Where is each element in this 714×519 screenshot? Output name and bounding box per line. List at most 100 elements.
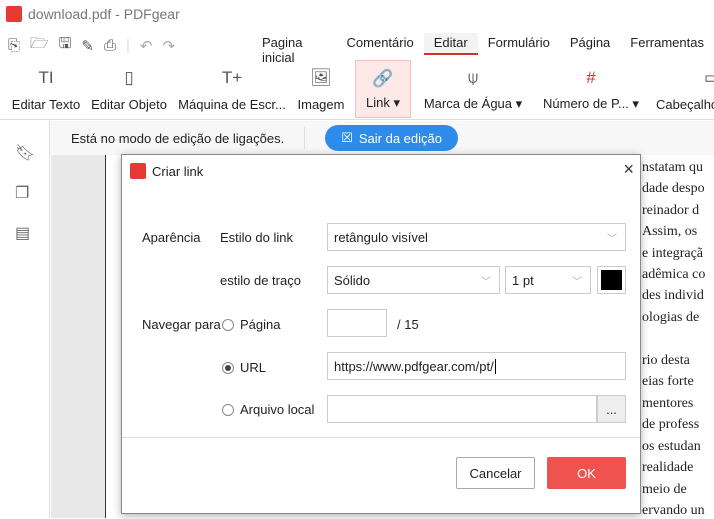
page-total: / 15: [397, 317, 419, 332]
new-file-icon[interactable]: ⎘: [8, 37, 20, 54]
page-text-line: eias forte: [642, 374, 694, 389]
tab-pagina-inicial[interactable]: Pagina inicial: [252, 33, 337, 65]
page-text-line: realidade: [642, 460, 694, 475]
local-file-label: Arquivo local: [240, 402, 315, 417]
stroke-color-picker[interactable]: [597, 266, 626, 294]
edit-mode-bar: Está no modo de edição de ligações. ☒ Sai…: [50, 121, 714, 155]
print-icon[interactable]: ⎙: [104, 37, 116, 54]
app-logo: [6, 6, 22, 22]
page-text-line: mentores: [642, 396, 694, 411]
title-bar: download.pdf - PDFgear: [0, 0, 714, 28]
label: OK: [577, 465, 596, 481]
chevron-down-icon: ﹀: [481, 276, 491, 288]
left-sidebar: 🔖︎ ❐ ▤: [0, 121, 50, 518]
page-option-label: Página: [240, 317, 281, 332]
link-style-select[interactable]: retângulo visível ﹀: [327, 223, 626, 251]
window-title: download.pdf - PDFgear: [28, 6, 180, 22]
edit-mode-text: Está no modo de edição de ligações.: [71, 130, 285, 146]
label: ...: [606, 401, 617, 417]
value: Sólido: [334, 272, 371, 288]
tab-comentario[interactable]: Comentário: [337, 33, 424, 55]
stroke-width-select[interactable]: 1 pt ﹀: [505, 266, 591, 294]
divider: |: [126, 37, 130, 54]
page-number-button[interactable]: # Número de P... ▾: [538, 60, 644, 118]
page-text-line: de profess: [642, 417, 700, 432]
divider: [304, 127, 306, 149]
page-text-line: adêmica co: [642, 267, 706, 282]
watermark-button[interactable]: ⍦ Marca de Água ▾: [420, 60, 526, 118]
undo-icon[interactable]: ↶: [140, 37, 153, 55]
local-file-radio[interactable]: [222, 404, 234, 416]
tab-pagina[interactable]: Página: [560, 33, 620, 55]
page-text-line: rio desta: [642, 353, 690, 368]
tab-editar[interactable]: Editar: [423, 33, 478, 55]
edit-object-button[interactable]: ▯ Editar Objeto: [88, 60, 170, 118]
open-folder-icon[interactable]: 🗁: [30, 33, 49, 58]
stroke-style-select[interactable]: Sólido ﹀: [327, 266, 500, 294]
stroke-style-label: estilo de traço: [220, 273, 301, 288]
page-text-line: reinador d: [642, 203, 700, 218]
page-text-line: dade despo: [642, 181, 705, 196]
browse-button[interactable]: ...: [597, 395, 626, 423]
page-text-line: des individ: [642, 288, 704, 303]
label: Editar Texto: [11, 97, 81, 112]
text-cursor: [494, 358, 496, 374]
page-number-icon: #: [586, 68, 596, 87]
edit-text-icon: TI: [38, 68, 54, 87]
cancel-button[interactable]: Cancelar: [456, 457, 535, 489]
main-menu: Pagina inicial Comentário Editar Formulá…: [252, 33, 714, 65]
label: Marca de Água ▾: [423, 96, 523, 111]
label: Cancelar: [469, 465, 522, 481]
page-text-line: Assim, os: [642, 224, 698, 239]
page-text-line: meio de: [642, 482, 687, 497]
quick-access-toolbar: ⎘ 🗁 🖫 ✎ ⎙ | ↶ ↷: [8, 33, 175, 58]
color-swatch: [601, 270, 622, 290]
edit-text-button[interactable]: TI Editar Texto: [10, 60, 82, 118]
appearance-label: Aparência: [142, 230, 201, 245]
local-file-input[interactable]: [327, 395, 597, 423]
label: Link ▾: [366, 95, 400, 110]
divider: [122, 437, 640, 438]
header-footer-button[interactable]: ▭ Cabeçalho: [656, 60, 714, 118]
close-icon[interactable]: ×: [623, 159, 634, 180]
redo-icon[interactable]: ↷: [162, 37, 175, 55]
tab-ferramentas[interactable]: Ferramentas: [620, 33, 714, 55]
typewriter-button[interactable]: T+ Máquina de Escr...: [177, 60, 287, 118]
label: Imagem: [297, 97, 345, 112]
save-icon[interactable]: 🖫: [59, 33, 72, 58]
dialog-title: Criar link: [152, 163, 204, 179]
label: Máquina de Escr...: [178, 97, 286, 112]
bookmark-icon[interactable]: 🔖︎: [15, 143, 35, 163]
exit-edit-button[interactable]: ☒ Sair da edição: [325, 125, 458, 151]
page-text-line: nstatam qu: [642, 160, 704, 175]
value: https://www.pdfgear.com/pt/: [334, 358, 494, 374]
tab-formulario[interactable]: Formulário: [478, 33, 560, 55]
watermark-icon: ⍦: [467, 68, 479, 87]
navigate-label: Navegar para: [142, 317, 221, 332]
link-style-label: Estilo do link: [220, 230, 293, 245]
close-box-icon: ☒: [341, 130, 353, 145]
comment-icon[interactable]: ▤: [15, 223, 30, 243]
page-text-line: e integraçã: [642, 246, 704, 261]
value: 1 pt: [512, 272, 534, 288]
link-icon: 🔗: [372, 69, 394, 88]
ok-button[interactable]: OK: [547, 457, 626, 489]
page-radio[interactable]: [222, 319, 234, 331]
page-text-line: ervando un: [642, 503, 705, 518]
url-input[interactable]: https://www.pdfgear.com/pt/: [327, 352, 626, 380]
app-logo: [130, 163, 146, 179]
image-button[interactable]: 🖼 Imagem: [295, 60, 347, 118]
ribbon: TI Editar Texto ▯ Editar Objeto T+ Máquina …: [0, 60, 714, 120]
url-radio[interactable]: [222, 362, 234, 374]
pages-icon[interactable]: ❐: [15, 183, 29, 203]
dialog-header: Criar link: [130, 163, 203, 179]
typewriter-icon: T+: [221, 68, 243, 87]
image-icon: 🖼: [310, 68, 332, 87]
page-text-line: ologias de: [642, 310, 700, 325]
create-link-dialog: Criar link × Aparência Estilo do link re…: [121, 154, 641, 514]
link-button[interactable]: 🔗 Link ▾: [355, 60, 411, 118]
page-number-input[interactable]: [327, 309, 387, 337]
label: Editar Objeto: [91, 97, 167, 112]
edit-object-icon: ▯: [124, 68, 134, 87]
save-as-icon[interactable]: ✎: [81, 37, 94, 55]
